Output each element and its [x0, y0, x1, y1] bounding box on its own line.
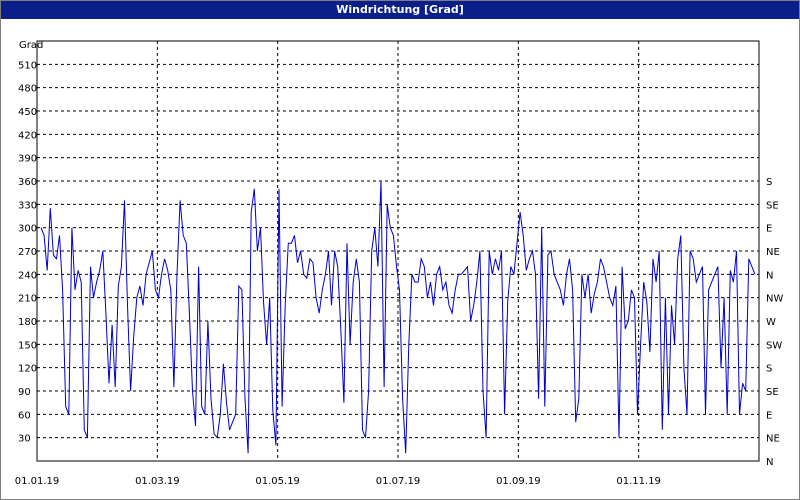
y-tick-label: 510 — [18, 60, 37, 71]
right-axis-label: SE — [766, 200, 779, 211]
x-tick-label: 01.11.19 — [616, 476, 661, 487]
y-tick-label: 270 — [18, 247, 37, 258]
right-axis-label: N — [766, 270, 773, 281]
right-axis-label: NE — [766, 434, 780, 445]
y-tick-label: 240 — [18, 270, 37, 281]
right-axis-label: E — [766, 410, 772, 421]
right-axis-label: NE — [766, 247, 780, 258]
line-chart: Grad 30 60 90 120 150 180 210 240 270 300 330 360 39… — [15, 40, 784, 487]
y-tick-label: 390 — [18, 154, 37, 165]
y-axis-ticks: 30 60 90 120 150 180 210 240 270 300 330 360 390 420 4… — [18, 60, 37, 444]
y-tick-label: 330 — [18, 200, 37, 211]
y-tick-label: 150 — [18, 340, 37, 351]
x-tick-label: 01.09.19 — [496, 476, 541, 487]
window-title: Windrichtung [Grad] — [1, 1, 799, 19]
x-tick-label: 01.03.19 — [135, 476, 180, 487]
y-tick-label: 210 — [18, 294, 37, 305]
y-tick-label: 450 — [18, 107, 37, 118]
y-tick-label: 480 — [18, 84, 37, 95]
y-tick-label: 420 — [18, 130, 37, 141]
x-tick-label: 01.05.19 — [255, 476, 300, 487]
y-tick-label: 90 — [18, 387, 31, 398]
y-tick-label: 120 — [18, 364, 37, 375]
grid-lines — [37, 41, 759, 461]
y-tick-label: 180 — [18, 317, 37, 328]
y-tick-label: 60 — [18, 410, 31, 421]
right-axis-label: E — [766, 224, 772, 235]
y-tick-label: 300 — [18, 224, 37, 235]
right-axis-label: NW — [766, 294, 783, 305]
right-axis-label: SW — [766, 340, 782, 351]
chart-window: Windrichtung [Grad] Grad 30 60 90 120 150 180… — [0, 0, 800, 500]
right-axis-label: N — [766, 457, 773, 468]
y-axis-label: Grad — [19, 40, 43, 51]
y-tick-label: 360 — [18, 177, 37, 188]
x-axis-ticks: 01.01.19 01.03.19 01.05.19 01.07.19 01.09.19… — [15, 476, 661, 487]
right-axis-label: SE — [766, 387, 779, 398]
x-tick-label: 01.07.19 — [376, 476, 421, 487]
x-tick-label: 01.01.19 — [15, 476, 60, 487]
y-tick-label: 30 — [18, 434, 31, 445]
right-axis-label: S — [766, 364, 772, 375]
right-axis-label: S — [766, 177, 772, 188]
right-axis-ticks: N NE E SE S SW W NW N NE E SE S — [766, 177, 783, 468]
right-axis-label: W — [766, 317, 776, 328]
